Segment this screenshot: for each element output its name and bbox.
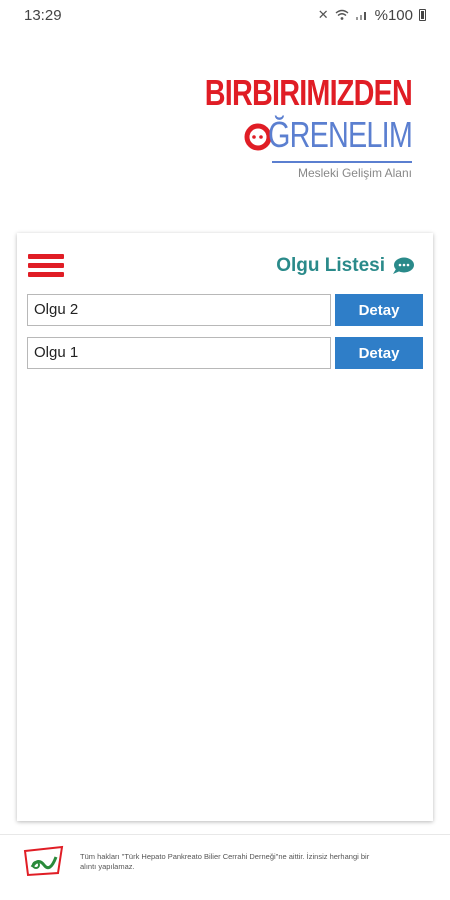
- footer-divider: [0, 834, 450, 835]
- logo-underline: [272, 161, 412, 163]
- signal-icon: [355, 12, 366, 20]
- hamburger-menu-icon[interactable]: [28, 254, 64, 278]
- case-list-card: Olgu Listesi Olgu 2 Detay Olgu 1 Detay: [17, 233, 433, 821]
- case-row: Olgu 1 Detay: [27, 337, 423, 369]
- battery-icon: [419, 9, 426, 21]
- case-name-field[interactable]: Olgu 1: [27, 337, 331, 369]
- logo-subtitle: Mesleki Gelişim Alanı: [297, 166, 412, 180]
- battery-text: %100: [374, 6, 413, 24]
- status-bar: 13:29 ✕ %100: [0, 0, 450, 30]
- card-title: Olgu Listesi: [276, 255, 415, 277]
- app-logo: BIRBIRIMIZDEN ĞRENELIM Mesleki Gelişim A…: [195, 72, 420, 184]
- case-name-field[interactable]: Olgu 2: [27, 294, 331, 326]
- detail-button[interactable]: Detay: [335, 337, 423, 369]
- logo-line1: BIRBIRIMIZDEN: [204, 72, 413, 113]
- association-logo-icon: [23, 845, 64, 877]
- chat-bubble-icon: [393, 257, 414, 274]
- logo-line2: ĞRENELIM: [267, 114, 413, 155]
- status-time: 13:29: [24, 6, 62, 24]
- case-row: Olgu 2 Detay: [27, 294, 423, 326]
- status-icons: ✕ %100: [318, 7, 426, 24]
- footer-copyright: Tüm hakları "Türk Hepato Pankreato Bilie…: [80, 852, 370, 871]
- mute-icon: ✕: [317, 7, 329, 22]
- detail-button[interactable]: Detay: [335, 294, 423, 326]
- card-title-text: Olgu Listesi: [276, 255, 385, 276]
- wifi-icon: [335, 9, 349, 20]
